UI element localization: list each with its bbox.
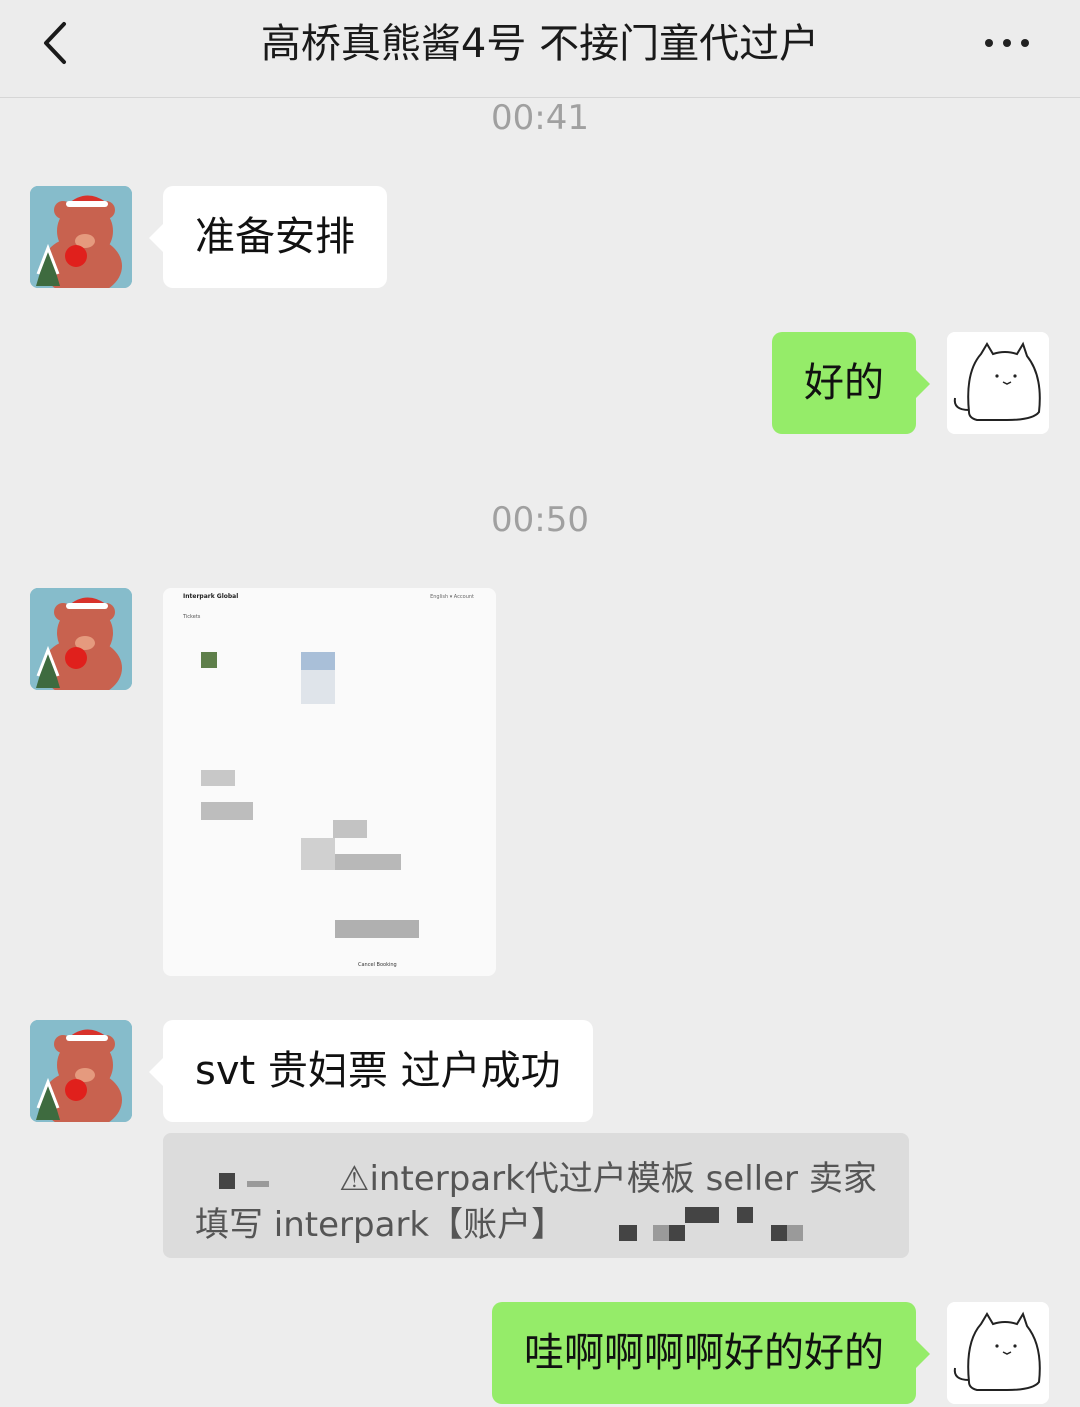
- pixelated-block: [333, 820, 367, 838]
- pixelated-block: [335, 854, 401, 870]
- image-top-right-text: English ▾ Account: [430, 594, 474, 600]
- redacted-block: [737, 1207, 753, 1223]
- avatar-bear[interactable]: [30, 588, 132, 690]
- redacted-block: [771, 1225, 787, 1241]
- pixelated-block: [201, 802, 253, 820]
- pixelated-block: [201, 770, 235, 786]
- redacted-block: [219, 1173, 235, 1189]
- back-button[interactable]: [32, 18, 82, 68]
- image-tab-text: Tickets: [183, 614, 201, 620]
- bear-avatar-icon: [30, 1020, 132, 1122]
- pixelated-block: [335, 920, 419, 938]
- nav-bar: 高桥真熊酱4号 不接门童代过户: [0, 0, 1080, 98]
- message-bubble-received[interactable]: 准备安排: [149, 186, 387, 288]
- redacted-block: [619, 1225, 637, 1241]
- redacted-block: [685, 1207, 719, 1223]
- redacted-block: [247, 1181, 269, 1187]
- more-button[interactable]: [980, 28, 1040, 58]
- bear-avatar-icon: [30, 186, 132, 288]
- pixelated-block: [201, 652, 217, 668]
- message-bubble-sent[interactable]: 哇啊啊啊啊好的好的: [492, 1302, 930, 1404]
- message-bubble-sent[interactable]: 好的: [772, 332, 930, 434]
- image-footer-text: Cancel Booking: [358, 962, 397, 968]
- pixelated-block: [301, 838, 335, 870]
- redacted-block: [653, 1225, 669, 1241]
- pixelated-block: [301, 670, 335, 704]
- quoted-message[interactable]: ⚠interpark代过户模板 seller 卖家 填写 interpark【账…: [163, 1133, 909, 1258]
- avatar-cat[interactable]: [947, 332, 1049, 434]
- avatar-cat[interactable]: [947, 1302, 1049, 1404]
- message-bubble-received[interactable]: svt 贵妇票 过户成功: [149, 1020, 593, 1122]
- avatar-bear[interactable]: [30, 186, 132, 288]
- timestamp: 00:50: [491, 500, 589, 540]
- pixelated-block: [301, 652, 335, 670]
- more-dots-icon: [985, 39, 993, 47]
- redacted-block: [669, 1225, 685, 1241]
- chat-title: 高桥真熊酱4号 不接门童代过户: [260, 21, 820, 67]
- chevron-left-icon: [44, 22, 66, 64]
- redacted-block: [787, 1225, 803, 1241]
- image-message[interactable]: Interpark Global English ▾ Account Ticke…: [163, 588, 496, 976]
- avatar-bear[interactable]: [30, 1020, 132, 1122]
- cat-avatar-icon: [947, 1302, 1049, 1404]
- image-brand-text: Interpark Global: [183, 593, 239, 600]
- bear-avatar-icon: [30, 588, 132, 690]
- quote-line-2: 填写 interpark【账户】: [195, 1205, 566, 1245]
- cat-avatar-icon: [947, 332, 1049, 434]
- timestamp: 00:41: [491, 98, 589, 138]
- quote-line-1: ⚠interpark代过户模板 seller 卖家: [339, 1159, 877, 1199]
